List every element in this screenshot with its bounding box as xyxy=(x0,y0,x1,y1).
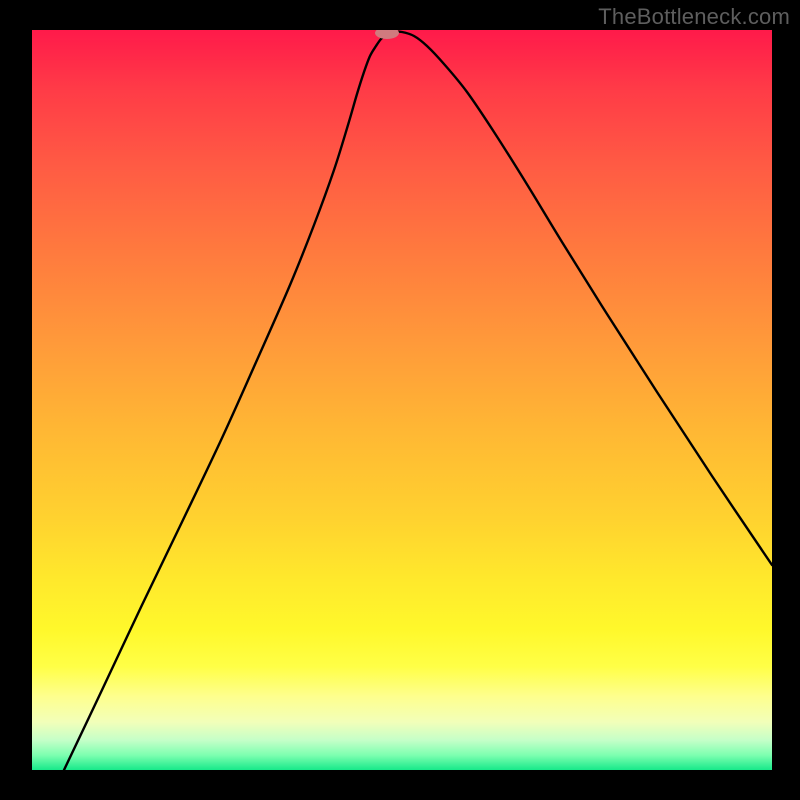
chart-svg xyxy=(32,30,772,770)
plot-area xyxy=(32,30,772,770)
bottleneck-curve xyxy=(64,32,772,770)
pill-marker xyxy=(375,30,399,39)
watermark-text: TheBottleneck.com xyxy=(598,4,790,30)
chart-frame: TheBottleneck.com xyxy=(0,0,800,800)
